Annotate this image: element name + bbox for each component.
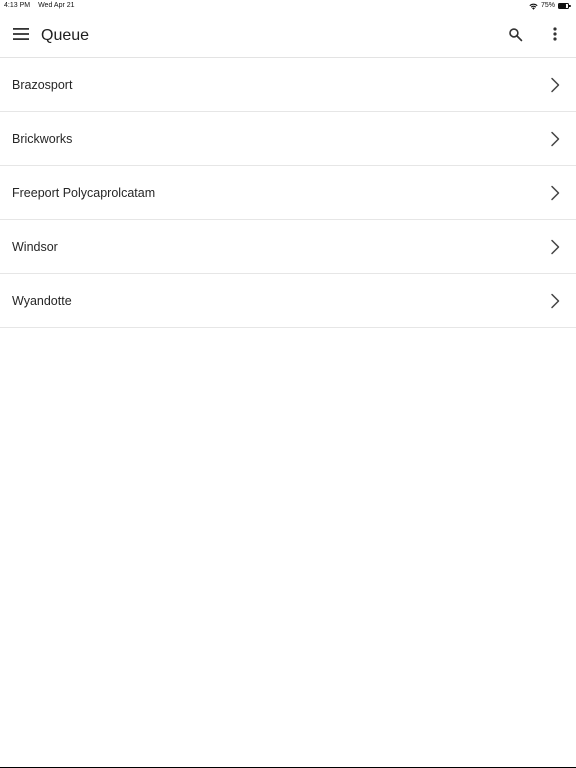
more-options-button[interactable] (543, 22, 567, 46)
status-time: 4:13 PM (4, 2, 31, 9)
status-right: 75% (529, 0, 572, 12)
list-item-label: Brickworks (12, 131, 73, 146)
list-item-label: Freeport Polycaprolcatam (12, 185, 156, 200)
list-item[interactable]: Wyandotte (0, 274, 576, 328)
list-item[interactable]: Freeport Polycaprolcatam (0, 166, 576, 220)
chevron-right-icon (551, 131, 560, 147)
status-date: Wed Apr 21 (38, 2, 75, 9)
menu-button[interactable] (9, 22, 33, 46)
queue-list: Brazosport Brickworks Freeport Polycapro… (0, 58, 576, 328)
page-title: Queue (41, 27, 90, 44)
list-item-label: Windsor (12, 239, 58, 254)
chevron-right-icon (551, 185, 560, 201)
hamburger-menu-icon (13, 28, 29, 40)
search-icon (508, 27, 522, 41)
chevron-right-icon (551, 77, 560, 93)
list-item-label: Wyandotte (12, 293, 72, 308)
more-vert-icon (553, 27, 557, 41)
wifi-icon (529, 3, 538, 10)
list-item[interactable]: Brickworks (0, 112, 576, 166)
search-button[interactable] (503, 22, 527, 46)
status-left: 4:13 PM Wed Apr 21 (4, 0, 75, 12)
list-item[interactable]: Brazosport (0, 58, 576, 112)
app-window: 4:13 PM Wed Apr 21 75% Queue Brazosport … (0, 0, 576, 768)
chevron-right-icon (551, 239, 560, 255)
battery-percent: 75% (540, 2, 555, 9)
status-bar: 4:13 PM Wed Apr 21 75% (0, 0, 576, 12)
list-item[interactable]: Windsor (0, 220, 576, 274)
chevron-right-icon (551, 293, 560, 309)
app-bar: Queue (0, 12, 576, 58)
battery-icon (558, 3, 572, 9)
list-item-label: Brazosport (12, 77, 73, 92)
